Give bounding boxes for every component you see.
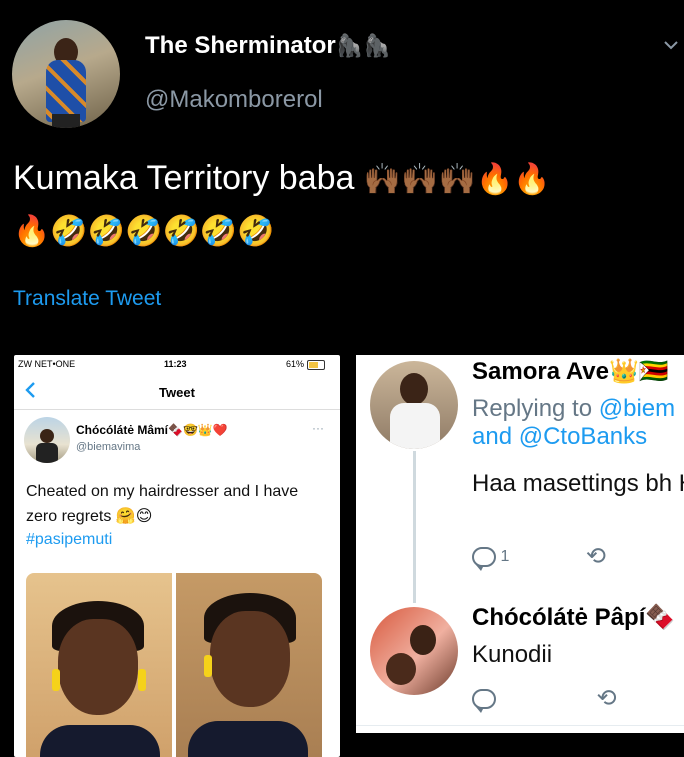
display-name-text: The Sherminator xyxy=(145,32,336,59)
carrier-label: ZW NET•ONE xyxy=(18,359,76,369)
reply-author-avatar-1 xyxy=(370,361,458,449)
replying-to-handle-2: @CtoBanks xyxy=(518,423,648,450)
reply-text-1: Haa masettings bh Hut xyxy=(472,470,684,497)
avatar-figure-legs xyxy=(52,114,80,128)
retweet-icon: ⟲ xyxy=(585,543,606,570)
gorilla-emoji-1: 🦍 xyxy=(335,33,364,59)
photo-earring xyxy=(138,669,146,691)
laughing-emoji-2: 🤣 xyxy=(87,214,126,250)
laughing-emoji-6: 🤣 xyxy=(237,214,275,250)
photo-face xyxy=(210,611,290,707)
quoted-author-avatar xyxy=(24,417,70,463)
reply-actions-2: ⟲ xyxy=(472,685,617,713)
tweet-text-words: Kumaka Territory baba xyxy=(13,159,355,197)
avatar-figure-shirt xyxy=(46,60,86,122)
fire-emoji-1: 🔥 xyxy=(475,162,514,198)
thread-connector-line xyxy=(413,451,416,603)
replying-to-prefix: Replying to xyxy=(472,395,593,422)
tweet-text: Kumaka Territory baba 🙌🏾🙌🏾🙌🏾🔥🔥 🔥🤣🤣🤣🤣🤣🤣 xyxy=(13,152,677,256)
tweet-nav-bar: Tweet xyxy=(14,375,340,410)
photo-face xyxy=(58,619,138,715)
reply-author-avatar-2 xyxy=(370,607,458,695)
battery-indicator: 61% xyxy=(286,359,325,370)
attached-image-2[interactable]: Samora Ave👑🇿🇼 Replying to @biem and @Cto… xyxy=(356,355,684,733)
photo-earring xyxy=(52,669,60,691)
reply-divider xyxy=(356,725,684,726)
battery-percent: 61% xyxy=(286,359,305,369)
fire-emoji-3: 🔥 xyxy=(13,214,51,250)
phone-status-bar: ZW NET•ONE 11:23 61% xyxy=(14,355,340,373)
status-time: 11:23 xyxy=(164,359,187,369)
photo-shirt xyxy=(188,721,308,757)
laughing-emoji-1: 🤣 xyxy=(50,214,88,250)
author-display-name[interactable]: The Sherminator🦍🦍 xyxy=(145,32,391,60)
reply-icon xyxy=(472,689,496,713)
nav-title: Tweet xyxy=(159,385,195,400)
raised-hands-emoji-1: 🙌🏾 xyxy=(363,162,402,198)
reply-text-2: Kunodii xyxy=(472,641,553,668)
quoted-author-name: Chócólátė Mâmí🍫🤓👑❤️ xyxy=(76,423,228,437)
photo-shirt xyxy=(40,725,160,757)
author-handle[interactable]: @Makomborerol xyxy=(145,86,323,114)
reply-author-name-1: Samora Ave👑🇿🇼 xyxy=(472,358,669,385)
quoted-author-handle: @biemavima xyxy=(76,441,141,453)
fire-emoji-2: 🔥 xyxy=(513,162,551,198)
raised-hands-emoji-2: 🙌🏾 xyxy=(401,162,439,198)
replying-to-line: Replying to @biem and @CtoBanks xyxy=(472,395,675,451)
retweet-icon: ⟲ xyxy=(596,685,617,712)
author-avatar[interactable] xyxy=(12,20,120,128)
laughing-emoji-5: 🤣 xyxy=(199,214,238,250)
replying-to-handle-1: @biem xyxy=(598,395,676,422)
quoted-hashtag: #pasipemuti xyxy=(26,531,113,548)
replying-to-and: and xyxy=(472,423,513,450)
reply-icon xyxy=(472,547,496,571)
attached-image-1[interactable]: ZW NET•ONE 11:23 61% Tweet Chócólátė Mâm… xyxy=(14,355,340,757)
reply-actions-1: 1 ⟲ xyxy=(472,543,606,571)
quoted-tweet-text: Cheated on my hairdresser and I have zer… xyxy=(26,483,299,525)
translate-tweet-link[interactable]: Translate Tweet xyxy=(13,287,161,311)
gorilla-emoji-2: 🦍 xyxy=(363,33,391,59)
selfie-photo-left xyxy=(26,573,172,757)
battery-icon xyxy=(306,359,325,370)
laughing-emoji-4: 🤣 xyxy=(162,214,200,250)
laughing-emoji-3: 🤣 xyxy=(125,214,163,250)
reply-count: 1 xyxy=(500,548,510,566)
chevron-down-icon[interactable] xyxy=(664,38,678,52)
raised-hands-emoji-3: 🙌🏾 xyxy=(438,162,476,198)
reply-author-name-2: Chócólátė Pâpí🍫 xyxy=(472,604,676,631)
photo-earring xyxy=(204,655,212,677)
more-options-icon: ··· xyxy=(312,421,324,435)
selfie-photo-right xyxy=(176,573,322,757)
